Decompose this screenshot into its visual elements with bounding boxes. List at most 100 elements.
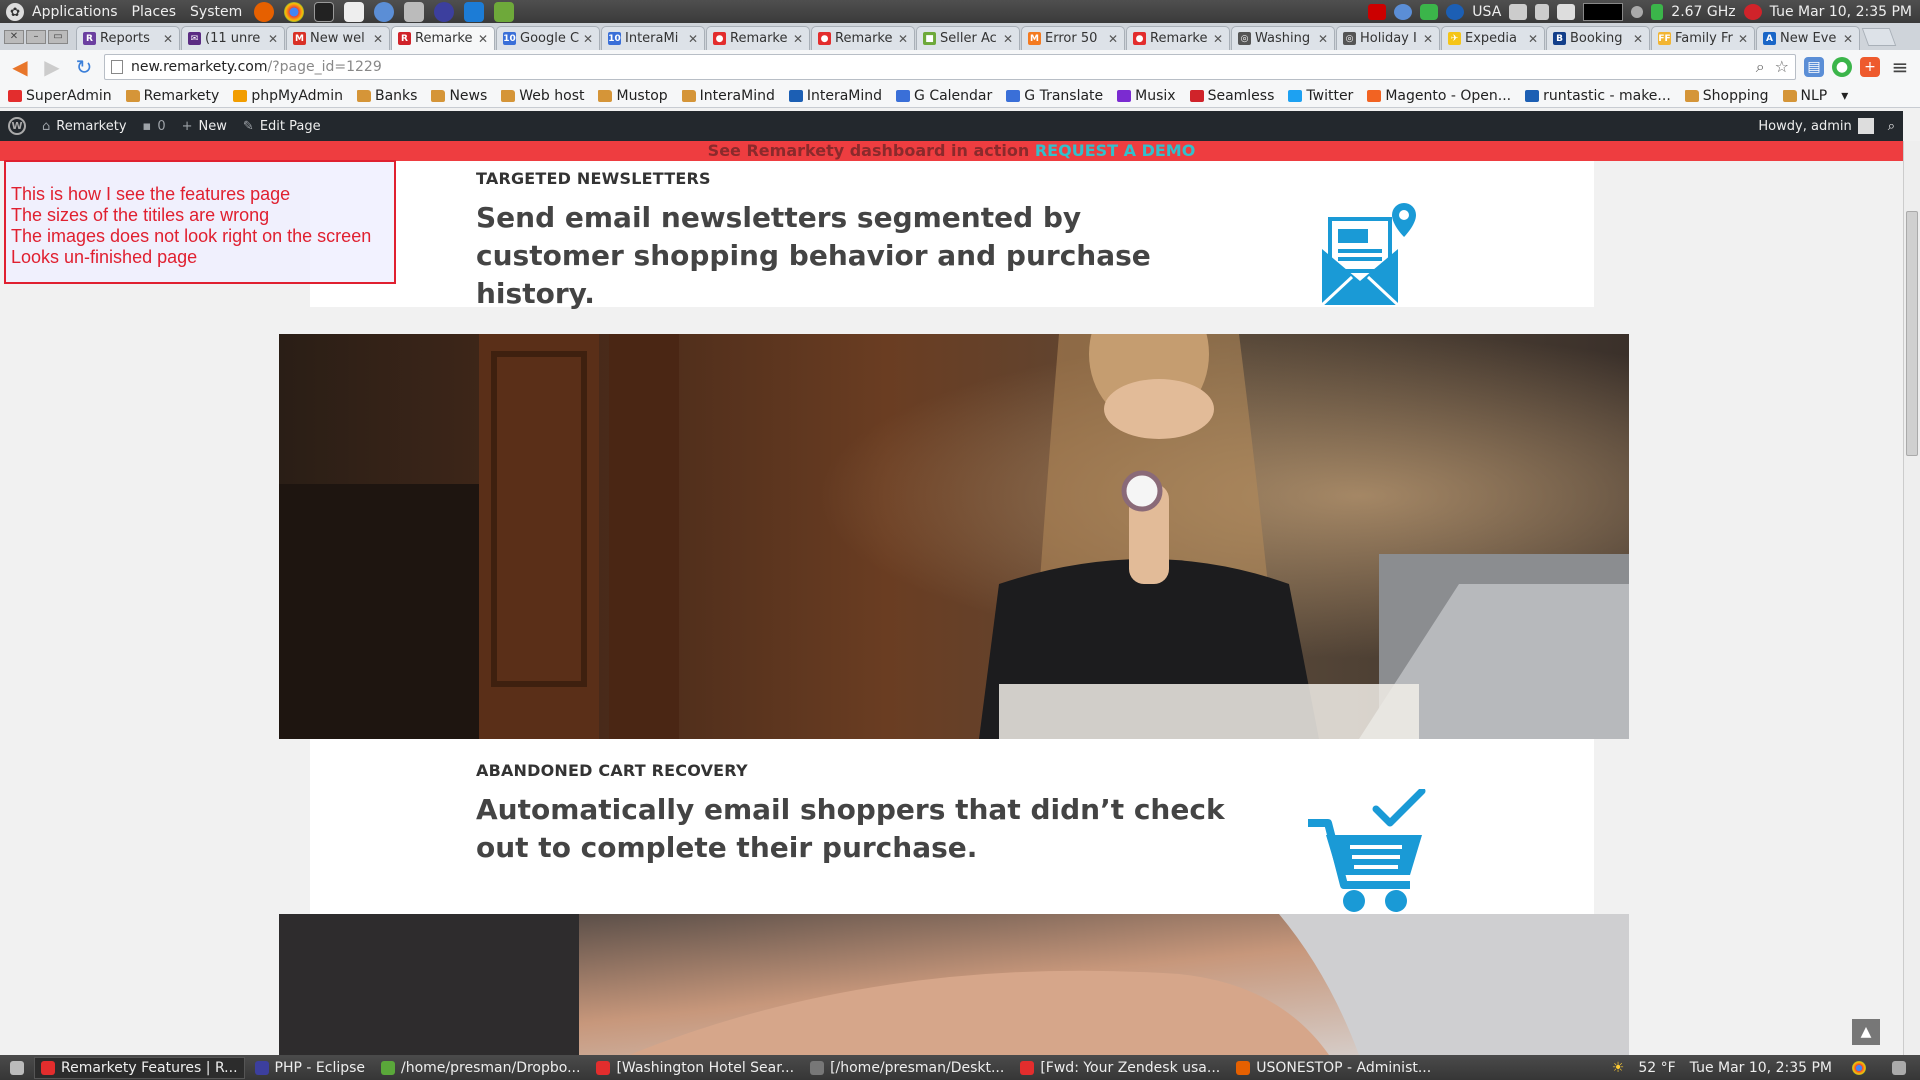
bookmark-item[interactable]: runtastic - make... xyxy=(1525,88,1671,104)
browser-tab[interactable]: M Error 50 ✕ xyxy=(1021,26,1125,50)
scroll-to-top-button[interactable]: ▲ xyxy=(1852,1019,1880,1045)
taskbar-window-button[interactable]: /home/presman/Dropbo... xyxy=(375,1057,586,1079)
bookmark-item[interactable]: InteraMind xyxy=(681,88,775,104)
chrome-launcher-icon[interactable] xyxy=(284,1,305,22)
browser-tab[interactable]: ■ Seller Ac ✕ xyxy=(916,26,1020,50)
bookmark-item[interactable]: Twitter xyxy=(1288,88,1353,104)
browser-tab[interactable]: A New Eve ✕ xyxy=(1756,26,1860,50)
firefox-launcher-icon[interactable] xyxy=(254,1,275,22)
browser-tab[interactable]: ✉ (11 unre ✕ xyxy=(181,26,285,50)
taskbar-window-button[interactable]: [Washington Hotel Sear... xyxy=(590,1057,800,1079)
chrome-menu-icon[interactable]: ≡ xyxy=(1888,55,1912,79)
thunderbird-launcher-icon[interactable] xyxy=(374,1,395,22)
weather-temperature[interactable]: 52 °F xyxy=(1638,1060,1675,1076)
my-account-link[interactable]: Howdy, admin xyxy=(1758,118,1874,134)
bookmark-item[interactable]: Web host xyxy=(501,88,584,104)
bookmark-item[interactable]: Musix xyxy=(1117,88,1176,104)
system-menu[interactable]: System xyxy=(190,4,242,20)
keyboard-layout[interactable]: USA xyxy=(1472,4,1501,20)
browser-tab[interactable]: ✈ Expedia ✕ xyxy=(1441,26,1545,50)
reload-icon[interactable]: ↻ xyxy=(72,55,96,79)
window-close-icon[interactable]: ✕ xyxy=(4,29,24,44)
search-icon[interactable]: ⌕ xyxy=(1756,57,1765,77)
volume-tray-icon[interactable] xyxy=(1535,3,1550,20)
bookmark-item[interactable]: G Calendar xyxy=(896,88,992,104)
extension-green-icon[interactable]: ● xyxy=(1832,57,1852,77)
tab-close-icon[interactable]: ✕ xyxy=(268,32,278,46)
window-restore-icon[interactable]: ▭ xyxy=(48,29,68,44)
tools-launcher-icon[interactable] xyxy=(494,1,515,22)
calculator-launcher-icon[interactable] xyxy=(404,1,425,22)
browser-tab[interactable]: ● Remarke ✕ xyxy=(1126,26,1230,50)
bookmark-item[interactable]: SuperAdmin xyxy=(8,88,112,104)
comments-link[interactable]: ▪ 0 xyxy=(143,119,166,134)
display-tray-icon[interactable] xyxy=(1509,3,1528,20)
tab-close-icon[interactable]: ✕ xyxy=(1423,32,1433,46)
taskbar-window-button[interactable]: [/home/presman/Deskt... xyxy=(804,1057,1010,1079)
tab-close-icon[interactable]: ✕ xyxy=(1633,32,1643,46)
browser-tab[interactable]: M New wel ✕ xyxy=(286,26,390,50)
acrobat-tray-icon[interactable] xyxy=(1368,3,1387,20)
bookmark-item[interactable]: Seamless xyxy=(1189,88,1274,104)
forward-arrow-icon[interactable]: ▶ xyxy=(40,55,64,79)
edit-page-link[interactable]: ✎ Edit Page xyxy=(243,119,321,134)
bookmark-item[interactable]: G Translate xyxy=(1006,88,1103,104)
show-desktop-icon[interactable] xyxy=(4,1057,30,1079)
browser-tab[interactable]: ● Remarke ✕ xyxy=(811,26,915,50)
bookmarks-overflow-chevron-icon[interactable]: ▾ xyxy=(1841,88,1848,104)
places-menu[interactable]: Places xyxy=(132,4,177,20)
bookmark-item[interactable]: Remarkety xyxy=(125,88,219,104)
check-tray-icon[interactable] xyxy=(1420,3,1439,20)
window-minimize-icon[interactable]: – xyxy=(26,29,46,44)
wordpress-logo-icon[interactable]: W xyxy=(8,117,26,135)
extension-docs-icon[interactable]: ▤ xyxy=(1804,57,1824,77)
site-name-link[interactable]: ⌂ Remarkety xyxy=(42,119,127,134)
bookmark-item[interactable]: InteraMind xyxy=(788,88,882,104)
browser-tab[interactable]: 10 Google C ✕ xyxy=(496,26,600,50)
bookmark-item[interactable]: Mustop xyxy=(598,88,668,104)
scrollbar-thumb[interactable] xyxy=(1906,211,1918,456)
bookmark-item[interactable]: News xyxy=(431,88,487,104)
new-content-link[interactable]: + New xyxy=(182,119,227,134)
applications-menu[interactable]: Applications xyxy=(32,4,118,20)
tab-close-icon[interactable]: ✕ xyxy=(1738,32,1748,46)
terminal-launcher-icon[interactable] xyxy=(314,1,335,22)
tab-close-icon[interactable]: ✕ xyxy=(688,32,698,46)
browser-tab[interactable]: B Booking ✕ xyxy=(1546,26,1650,50)
taskbar-window-button[interactable]: USONESTOP - Administ... xyxy=(1230,1057,1437,1079)
address-bar[interactable]: new.remarkety.com/?page_id=1229 ⌕ ☆ xyxy=(104,54,1796,80)
power-icon[interactable] xyxy=(1743,3,1762,20)
text-editor-launcher-icon[interactable] xyxy=(344,1,365,22)
tab-close-icon[interactable]: ✕ xyxy=(163,32,173,46)
bookmark-item[interactable]: phpMyAdmin xyxy=(233,88,343,104)
remote-launcher-icon[interactable] xyxy=(464,1,485,22)
taskbar-clock[interactable]: Tue Mar 10, 2:35 PM xyxy=(1690,1060,1832,1076)
taskbar-window-button[interactable]: [Fwd: Your Zendesk usa... xyxy=(1014,1057,1226,1079)
taskbar-window-button[interactable]: Remarkety Features | R... xyxy=(34,1056,245,1079)
update-tray-icon[interactable] xyxy=(1394,3,1413,20)
tab-close-icon[interactable]: ✕ xyxy=(898,32,908,46)
browser-tab[interactable]: FF Family Fr ✕ xyxy=(1651,26,1755,50)
browser-tab[interactable]: R Reports ✕ xyxy=(76,26,180,50)
bookmark-item[interactable]: Shopping xyxy=(1684,88,1769,104)
mail-tray-icon[interactable] xyxy=(1557,3,1576,20)
tab-close-icon[interactable]: ✕ xyxy=(1318,32,1328,46)
tab-close-icon[interactable]: ✕ xyxy=(1843,32,1853,46)
tab-close-icon[interactable]: ✕ xyxy=(793,32,803,46)
back-arrow-icon[interactable]: ◀ xyxy=(8,55,32,79)
trash-icon[interactable] xyxy=(1886,1057,1912,1079)
extension-plus-icon[interactable]: + xyxy=(1860,57,1880,77)
bookmark-item[interactable]: Banks xyxy=(356,88,417,104)
tab-close-icon[interactable]: ✕ xyxy=(1003,32,1013,46)
panel-clock[interactable]: Tue Mar 10, 2:35 PM xyxy=(1770,4,1912,20)
tab-close-icon[interactable]: ✕ xyxy=(1528,32,1538,46)
tab-close-icon[interactable]: ✕ xyxy=(1213,32,1223,46)
tab-close-icon[interactable]: ✕ xyxy=(1108,32,1118,46)
bookmark-item[interactable]: NLP xyxy=(1782,88,1827,104)
new-tab-button[interactable] xyxy=(1861,27,1897,46)
browser-tab[interactable]: R Remarke ✕ xyxy=(391,26,495,50)
eclipse-launcher-icon[interactable] xyxy=(434,1,455,22)
page-scrollbar[interactable] xyxy=(1903,141,1920,1055)
hp-tray-icon[interactable] xyxy=(1446,3,1465,20)
search-icon[interactable]: ⌕ xyxy=(1888,119,1895,134)
